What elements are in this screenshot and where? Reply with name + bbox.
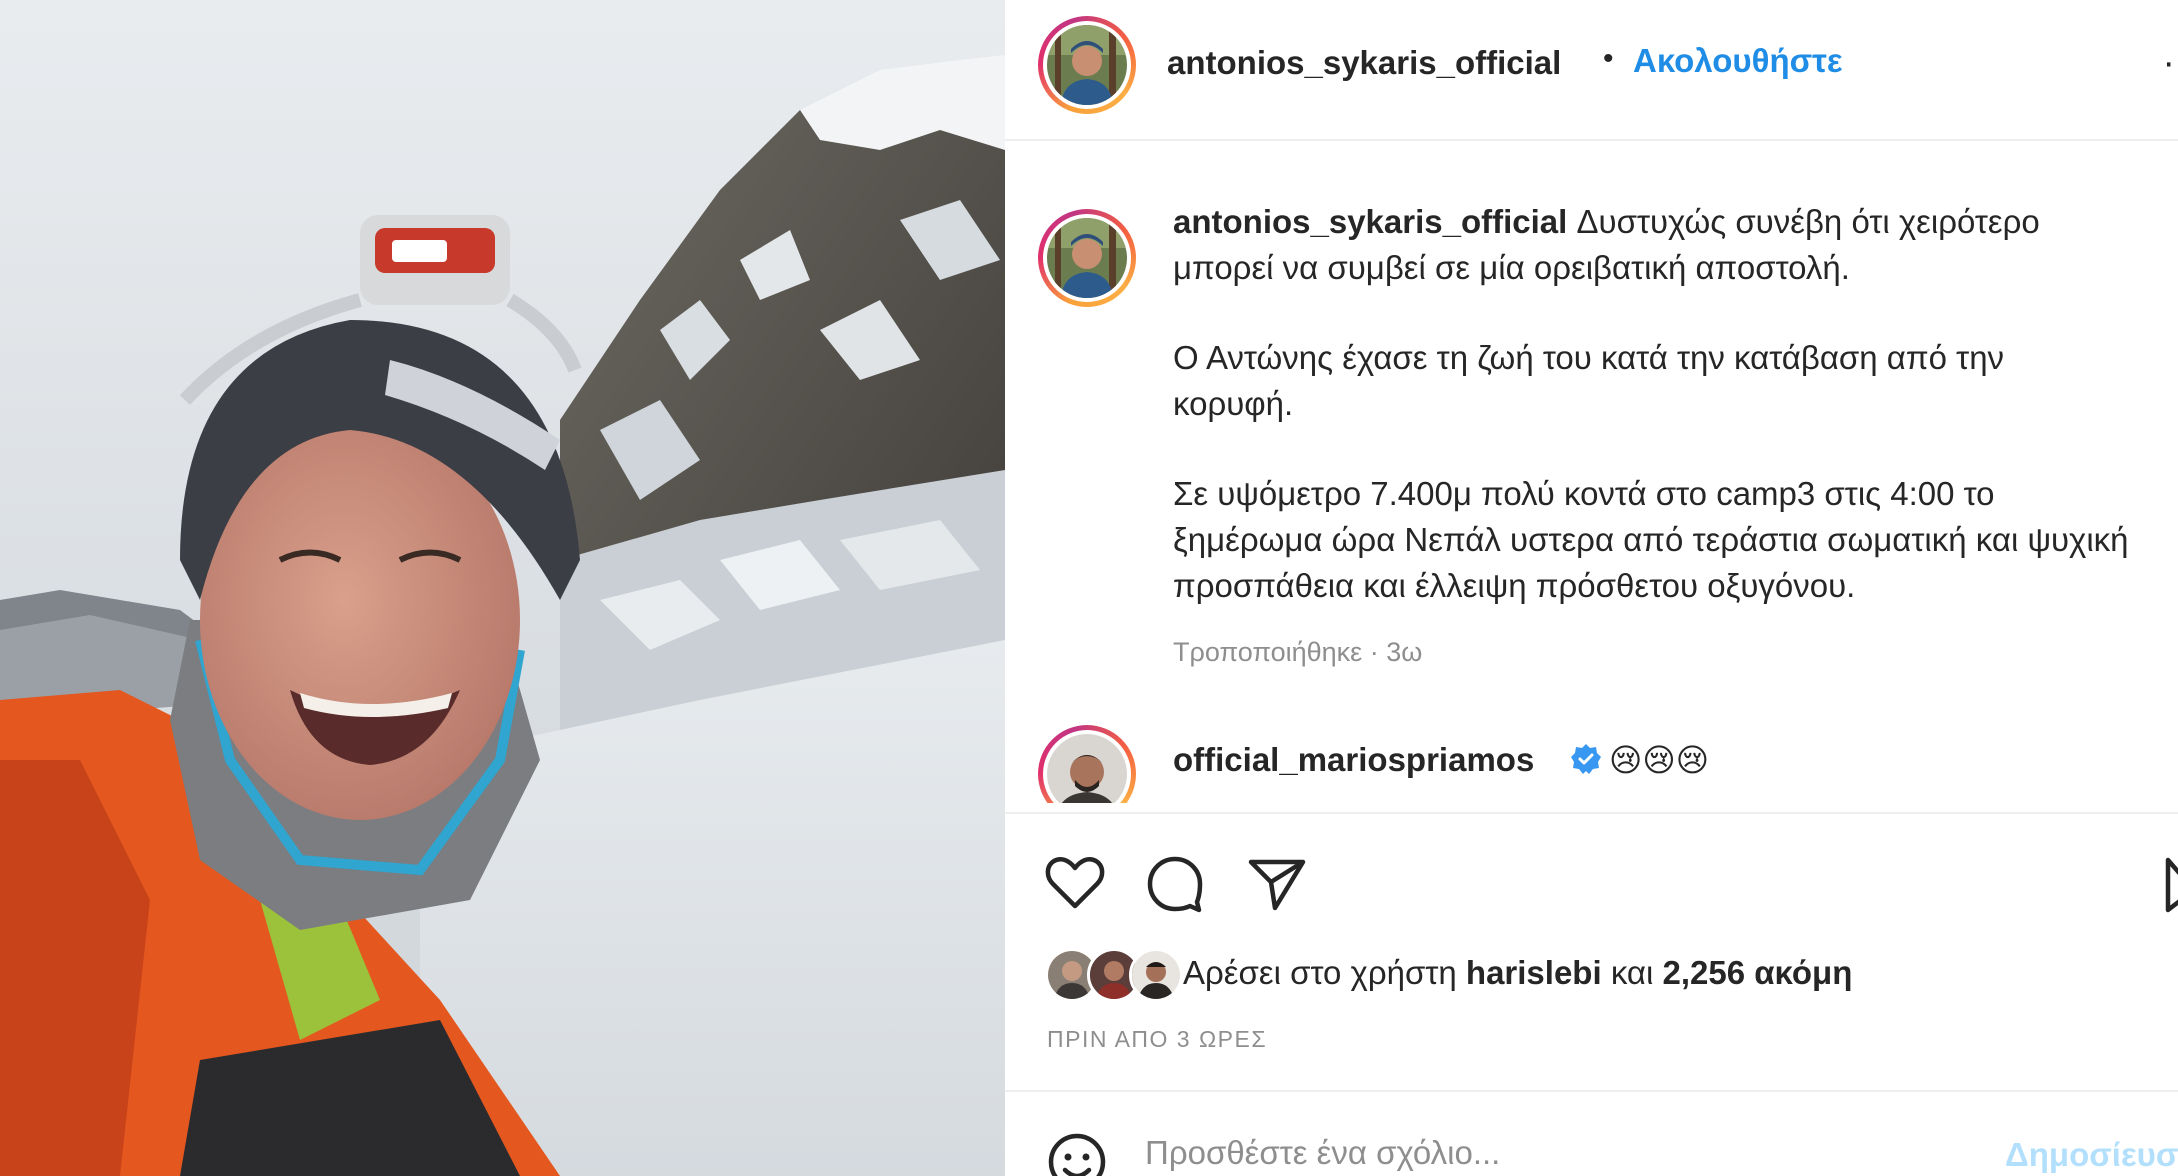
post-actions: Αρέσει στο χρήστη harislebi και 2,256 ακ… xyxy=(1005,814,2178,1084)
bookmark-icon[interactable] xyxy=(2162,852,2178,916)
caption-username[interactable]: antonios_sykaris_official xyxy=(1173,203,1567,240)
comments-section: antonios_sykaris_official Δυστυχώς συνέβ… xyxy=(1005,141,2178,803)
likes-count[interactable]: 2,256 ακόμη xyxy=(1663,954,1853,991)
emoji-icon[interactable] xyxy=(1045,1130,1109,1176)
commenter-avatar[interactable] xyxy=(1038,725,1136,803)
author-avatar-image xyxy=(1047,25,1127,105)
heart-icon[interactable] xyxy=(1043,852,1107,916)
add-comment-bar: Δημοσίευση xyxy=(1005,1092,2178,1176)
post-comment-button[interactable]: Δημοσίευση xyxy=(2005,1136,2178,1174)
verified-badge-icon xyxy=(1571,744,1601,774)
follow-button[interactable]: Ακολουθήστε xyxy=(1633,42,1843,80)
post-side-panel: antonios_sykaris_official • Ακολουθήστε … xyxy=(1005,0,2178,1176)
comment-input[interactable] xyxy=(1145,1134,1905,1172)
mountain-selfie-image xyxy=(0,0,1005,1176)
header-username[interactable]: antonios_sykaris_official xyxy=(1167,44,1561,82)
post-caption: antonios_sykaris_official Δυστυχώς συνέβ… xyxy=(1173,199,2133,653)
post-timestamp[interactable]: ΠΡΙΝ ΑΠΟ 3 ΩΡΕΣ xyxy=(1047,1026,1267,1053)
caption-avatar-image xyxy=(1047,218,1127,298)
author-avatar[interactable] xyxy=(1038,16,1136,114)
likes-prefix: Αρέσει στο χρήστη xyxy=(1183,954,1457,991)
more-dots-icon[interactable]: ⋯ xyxy=(2163,44,2178,84)
likes-middle: και xyxy=(1610,954,1654,991)
comment-icon[interactable] xyxy=(1143,852,1207,916)
caption-paragraph-2: Ο Αντώνης έχασε τη ζωή του κατά την κατά… xyxy=(1173,339,2005,422)
commenter-username[interactable]: official_mariospriamos xyxy=(1173,741,1534,779)
edited-timestamp: Τροποποιήθηκε · 3ω xyxy=(1173,637,1423,667)
caption-paragraph-3: Σε υψόμετρο 7.400μ πολύ κοντά στο camp3 … xyxy=(1173,475,2129,604)
likes-summary: Αρέσει στο χρήστη harislebi και 2,256 ακ… xyxy=(1183,954,1852,992)
header-separator: • xyxy=(1603,42,1614,75)
liker-avatar[interactable] xyxy=(1129,948,1183,1002)
share-icon[interactable] xyxy=(1245,852,1309,916)
likes-user[interactable]: harislebi xyxy=(1466,954,1602,991)
post-media[interactable] xyxy=(0,0,1005,1176)
comment-text: 😢😢😢 xyxy=(1609,742,1710,778)
caption-author-avatar[interactable] xyxy=(1038,209,1136,307)
post-header: antonios_sykaris_official • Ακολουθήστε … xyxy=(1005,0,2178,141)
